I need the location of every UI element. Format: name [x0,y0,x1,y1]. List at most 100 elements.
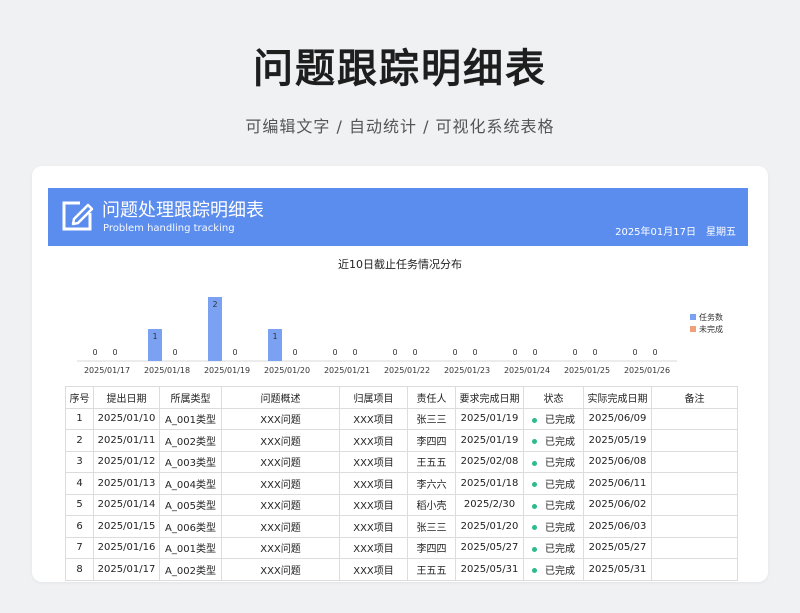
table-cell[interactable]: 2025/02/08 [455,450,524,473]
table-cell[interactable]: 2025/05/27 [583,536,652,559]
table-cell[interactable]: A_003类型 [159,450,222,473]
table-cell[interactable] [651,493,738,516]
table-cell[interactable]: 李六六 [407,472,456,495]
table-cell[interactable]: 2025/01/15 [93,515,160,538]
x-tick-label: 2025/01/22 [384,366,430,375]
column-header[interactable]: 要求完成日期 [455,386,524,409]
table-cell[interactable]: A_005类型 [159,493,222,516]
table-cell[interactable]: 李四四 [407,429,456,452]
table-cell[interactable]: 2025/06/02 [583,493,652,516]
table-cell[interactable]: 3 [65,450,94,473]
bar-value-label: 0 [172,348,177,357]
table-cell[interactable]: 2025/01/16 [93,536,160,559]
table-cell[interactable]: XXX问题 [221,493,340,516]
table-cell[interactable]: 5 [65,493,94,516]
table-cell[interactable]: 张三三 [407,407,456,430]
table-cell[interactable]: 已完成 [523,429,584,452]
table-cell[interactable] [651,536,738,559]
table-cell[interactable]: XXX问题 [221,472,340,495]
table-cell[interactable]: 已完成 [523,407,584,430]
table-cell[interactable]: XXX问题 [221,450,340,473]
table-cell[interactable]: 已完成 [523,472,584,495]
table-cell[interactable]: 2025/01/17 [93,558,160,581]
table-cell[interactable]: 2025/01/20 [455,515,524,538]
table-cell[interactable]: XXX问题 [221,536,340,559]
table-row: 1 2025/01/10 A_001类型 XXX问题 XXX项目 张三三 2025/01/1… [65,407,738,430]
table-cell[interactable]: XXX项目 [339,429,408,452]
bar-value-label: 0 [112,348,117,357]
table-cell[interactable]: 已完成 [523,558,584,581]
column-header[interactable]: 序号 [65,386,94,409]
column-header[interactable]: 备注 [651,386,738,409]
bar-value-label: 0 [652,348,657,357]
table-cell[interactable]: A_004类型 [159,472,222,495]
table-cell[interactable]: 2025/01/19 [455,429,524,452]
table-cell[interactable]: 2025/05/27 [455,536,524,559]
table-cell[interactable]: 2025/01/13 [93,472,160,495]
table-cell[interactable]: 张三三 [407,515,456,538]
table-cell[interactable]: 已完成 [523,493,584,516]
column-header[interactable]: 责任人 [407,386,456,409]
table-cell[interactable]: 1 [65,407,94,430]
table-cell[interactable] [651,558,738,581]
table-cell[interactable]: 2 [65,429,94,452]
page-title: 问题跟踪明细表 [253,46,547,92]
table-cell[interactable]: 2025/05/19 [583,429,652,452]
column-header[interactable]: 问题概述 [221,386,340,409]
column-header[interactable]: 提出日期 [93,386,160,409]
table-cell[interactable]: XXX项目 [339,515,408,538]
table-cell[interactable]: XXX问题 [221,558,340,581]
column-header[interactable]: 所属类型 [159,386,222,409]
table-cell[interactable]: 2025/06/08 [583,450,652,473]
table-cell[interactable]: 7 [65,536,94,559]
table-cell[interactable]: 8 [65,558,94,581]
table-cell[interactable]: 6 [65,515,94,538]
table-cell[interactable]: 2025/06/03 [583,515,652,538]
table-row: 6 2025/01/15 A_006类型 XXX问题 XXX项目 张三三 2025/01/2… [65,515,738,538]
table-cell[interactable]: 王五五 [407,450,456,473]
table-cell[interactable]: 2025/01/10 [93,407,160,430]
table-cell[interactable]: 王五五 [407,558,456,581]
table-cell[interactable]: 2025/01/12 [93,450,160,473]
table-cell[interactable]: XXX项目 [339,407,408,430]
table-cell[interactable]: 2025/06/09 [583,407,652,430]
column-header[interactable]: 状态 [523,386,584,409]
table-cell[interactable]: 李四四 [407,536,456,559]
table-cell[interactable]: XXX问题 [221,407,340,430]
table-cell[interactable]: 2025/01/14 [93,493,160,516]
table-cell[interactable]: 4 [65,472,94,495]
table-cell[interactable]: A_001类型 [159,407,222,430]
table-cell[interactable]: A_001类型 [159,536,222,559]
table-cell[interactable]: 已完成 [523,515,584,538]
table-cell[interactable]: XXX问题 [221,429,340,452]
table-cell[interactable] [651,450,738,473]
column-header[interactable]: 归属项目 [339,386,408,409]
table-cell[interactable]: XXX项目 [339,558,408,581]
table-cell[interactable] [651,472,738,495]
table-cell[interactable]: XXX问题 [221,515,340,538]
table-cell[interactable]: 稻小壳 [407,493,456,516]
table-row: 7 2025/01/16 A_001类型 XXX问题 XXX项目 李四四 2025/05/2… [65,536,738,559]
table-cell[interactable] [651,515,738,538]
table-cell[interactable]: A_006类型 [159,515,222,538]
table-cell[interactable] [651,407,738,430]
table-cell[interactable]: XXX项目 [339,450,408,473]
status-text: 已完成 [545,479,575,491]
table-cell[interactable]: 2025/01/19 [455,407,524,430]
table-cell[interactable]: 已完成 [523,450,584,473]
column-header[interactable]: 实际完成日期 [583,386,652,409]
table-cell[interactable]: 2025/01/11 [93,429,160,452]
table-cell[interactable] [651,429,738,452]
table-cell[interactable]: A_002类型 [159,558,222,581]
table-cell[interactable]: 2025/2/30 [455,493,524,516]
table-cell[interactable]: 2025/05/31 [455,558,524,581]
table-cell[interactable]: XXX项目 [339,536,408,559]
table-cell[interactable]: A_002类型 [159,429,222,452]
table-cell[interactable]: 2025/06/11 [583,472,652,495]
table-cell[interactable]: 2025/01/18 [455,472,524,495]
table-cell[interactable]: XXX项目 [339,493,408,516]
table-cell[interactable]: 已完成 [523,536,584,559]
table-cell[interactable]: XXX项目 [339,472,408,495]
table-cell[interactable]: 2025/05/31 [583,558,652,581]
legend-item-incomplete: 未完成 [690,323,723,335]
